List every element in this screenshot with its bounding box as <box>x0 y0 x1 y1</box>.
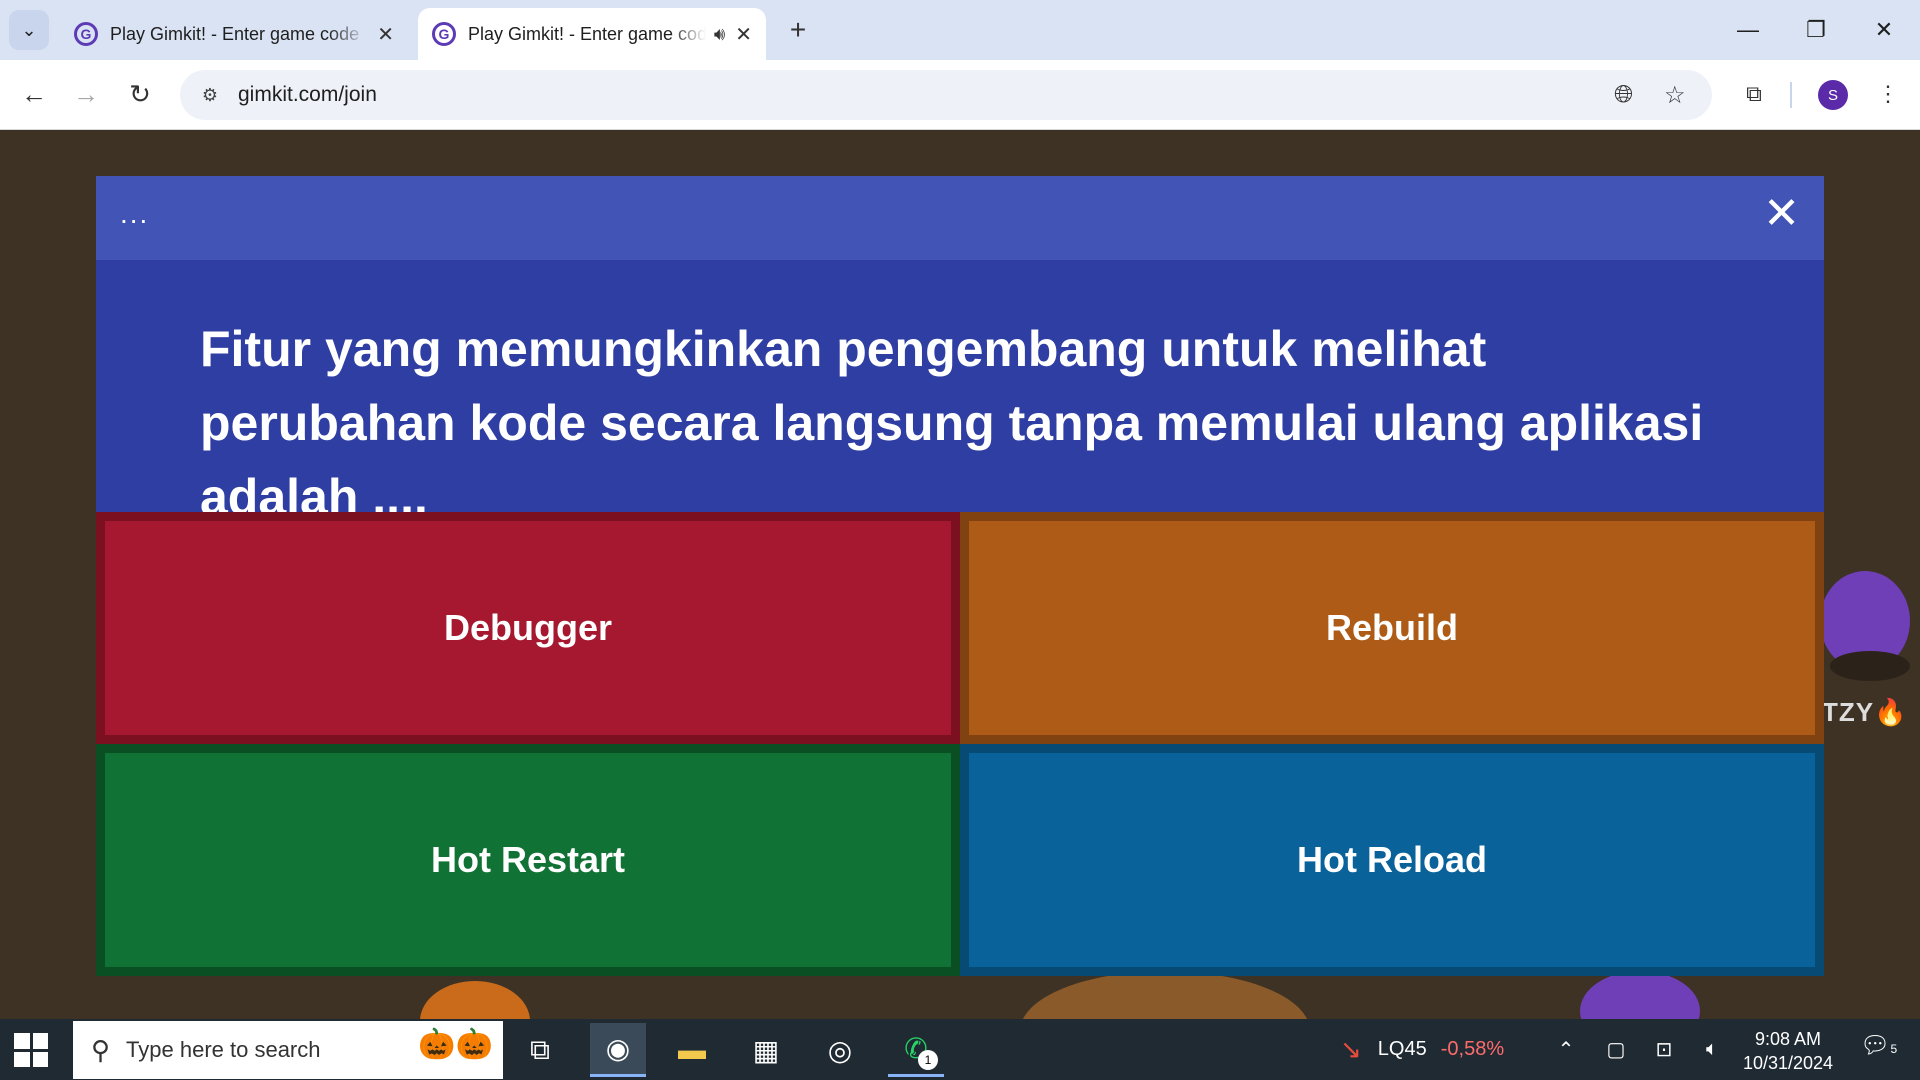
answer-label: Rebuild <box>1326 607 1458 648</box>
answer-label: Hot Restart <box>430 839 626 880</box>
halloween-pumpkin-icon: 🎃🎃 <box>418 1028 493 1061</box>
extensions-icon[interactable]: ⧉ <box>1736 76 1772 112</box>
volume-icon[interactable]: 🔈︎ <box>1694 1019 1730 1080</box>
back-button[interactable]: ← <box>14 74 54 114</box>
gimkit-favicon-icon: G <box>432 22 456 46</box>
more-options-icon[interactable]: ... <box>120 198 149 230</box>
meet-now-icon[interactable]: ▢ <box>1598 1019 1634 1080</box>
profile-avatar[interactable]: S <box>1818 80 1848 110</box>
translate-icon[interactable]: 🌐︎ <box>1614 70 1633 120</box>
arrow-right-icon: → <box>73 78 99 109</box>
modal-header: ... ✕ <box>96 176 1824 260</box>
answer-option-1[interactable]: Debugger <box>96 512 960 744</box>
brown-character <box>1020 971 1310 1019</box>
browser-toolbar: ← → ↻ ⚙ gimkit.com/join 🌐︎ ☆ ⧉ ⋮ <box>0 60 1920 130</box>
orange-character <box>420 981 530 1019</box>
clock-date: 10/31/2024 <box>1742 1053 1834 1073</box>
tab-strip: ⌄ G Play Gimkit! - Enter game code ✕ G P… <box>0 0 1920 60</box>
stock-ticker: LQ45 <box>1377 1038 1427 1060</box>
stock-widget[interactable]: ↘ LQ45 -0,58% <box>1340 1019 1504 1080</box>
camera-app-icon[interactable]: ◎ <box>812 1023 868 1077</box>
minimize-button[interactable]: — <box>1714 0 1782 60</box>
restore-button[interactable]: ❐ <box>1782 0 1850 60</box>
whatsapp-badge: 1 <box>918 1050 938 1070</box>
tab-title: Play Gimkit! - Enter game code <box>110 23 360 44</box>
arrow-left-icon: ← <box>21 78 47 109</box>
chrome-app-icon[interactable]: ◉ <box>590 1023 646 1077</box>
microsoft-store-icon[interactable]: ▦ <box>738 1023 794 1077</box>
answer-option-2[interactable]: Rebuild <box>960 512 1824 744</box>
reload-button[interactable]: ↻ <box>120 74 160 114</box>
search-icon: ⚲ <box>91 1034 111 1065</box>
question-modal: ... ✕ Fitur yang memungkinkan pengembang… <box>96 176 1824 976</box>
show-hidden-icons-icon[interactable]: ⌃ <box>1548 1019 1584 1080</box>
new-tab-button[interactable]: + <box>780 12 816 48</box>
network-icon[interactable]: ⊡ <box>1646 1019 1682 1080</box>
close-icon[interactable]: ✕ <box>1763 192 1800 236</box>
close-tab-icon[interactable]: ✕ <box>377 22 394 47</box>
gimkit-favicon-icon: G <box>74 22 98 46</box>
close-window-button[interactable]: ✕ <box>1850 0 1918 60</box>
taskbar-search[interactable]: ⚲ Type here to search 🎃🎃 <box>73 1021 503 1079</box>
character-shadow <box>1830 651 1910 681</box>
site-settings-icon[interactable]: ⚙ <box>188 85 232 106</box>
close-icon: ✕ <box>1874 17 1894 42</box>
more-menu-icon[interactable]: ⋮ <box>1870 76 1906 112</box>
answer-option-3[interactable]: Hot Restart <box>96 744 960 976</box>
restore-icon: ❐ <box>1806 17 1826 42</box>
browser-tab-2[interactable]: G Play Gimkit! - Enter game code 🔊︎ ✕ <box>418 8 766 60</box>
task-view-icon[interactable]: ⧉ <box>512 1023 568 1077</box>
answer-label: Debugger <box>443 607 612 648</box>
stock-change: -0,58% <box>1440 1038 1505 1060</box>
speaker-icon[interactable]: 🔊︎ <box>714 24 725 45</box>
game-page: TZY🔥 ... ✕ Fitur yang memungkinkan penge… <box>0 131 1920 1019</box>
address-bar[interactable]: ⚙ gimkit.com/join 🌐︎ ☆ <box>180 70 1712 120</box>
system-clock[interactable]: 9:08 AM 10/31/2024 <box>1730 1027 1846 1075</box>
bookmark-star-icon[interactable]: ☆ <box>1664 70 1686 120</box>
reload-icon: ↻ <box>129 78 151 109</box>
file-explorer-icon[interactable]: ▬ <box>664 1023 720 1077</box>
whatsapp-app-icon[interactable]: ✆ 1 <box>888 1023 944 1077</box>
tab-search-button[interactable]: ⌄ <box>9 10 49 50</box>
purple-character-2 <box>1580 971 1700 1019</box>
notification-count: 5 <box>1890 1042 1898 1056</box>
windows-start-icon[interactable] <box>14 1033 48 1067</box>
search-placeholder: Type here to search <box>126 1037 321 1062</box>
windows-taskbar: ⚲ Type here to search 🎃🎃 ⧉ ◉ ▬ ▦ ◎ ✆ 1 ↘ … <box>0 1019 1920 1080</box>
browser-tab-1[interactable]: G Play Gimkit! - Enter game code ✕ <box>60 8 408 60</box>
clock-time: 9:08 AM <box>1754 1029 1822 1049</box>
minimize-icon: — <box>1737 17 1759 42</box>
player-name-tag: TZY🔥 <box>1822 697 1908 727</box>
forward-button[interactable]: → <box>66 74 106 114</box>
answer-option-4[interactable]: Hot Reload <box>960 744 1824 976</box>
notification-center-icon[interactable]: 💬︎5 <box>1860 1031 1897 1060</box>
answer-label: Hot Reload <box>1296 839 1487 880</box>
url-text[interactable]: gimkit.com/join <box>238 83 377 107</box>
tab-title: Play Gimkit! - Enter game code <box>468 23 706 44</box>
chevron-down-icon: ⌄ <box>21 19 37 40</box>
toolbar-divider <box>1790 82 1792 108</box>
stock-down-icon: ↘ <box>1340 1034 1362 1064</box>
question-text: Fitur yang memungkinkan pengembang untuk… <box>200 321 1704 525</box>
answer-grid: Debugger Rebuild Hot Restart Hot Reload <box>96 512 1824 976</box>
close-tab-icon[interactable]: ✕ <box>735 22 752 47</box>
